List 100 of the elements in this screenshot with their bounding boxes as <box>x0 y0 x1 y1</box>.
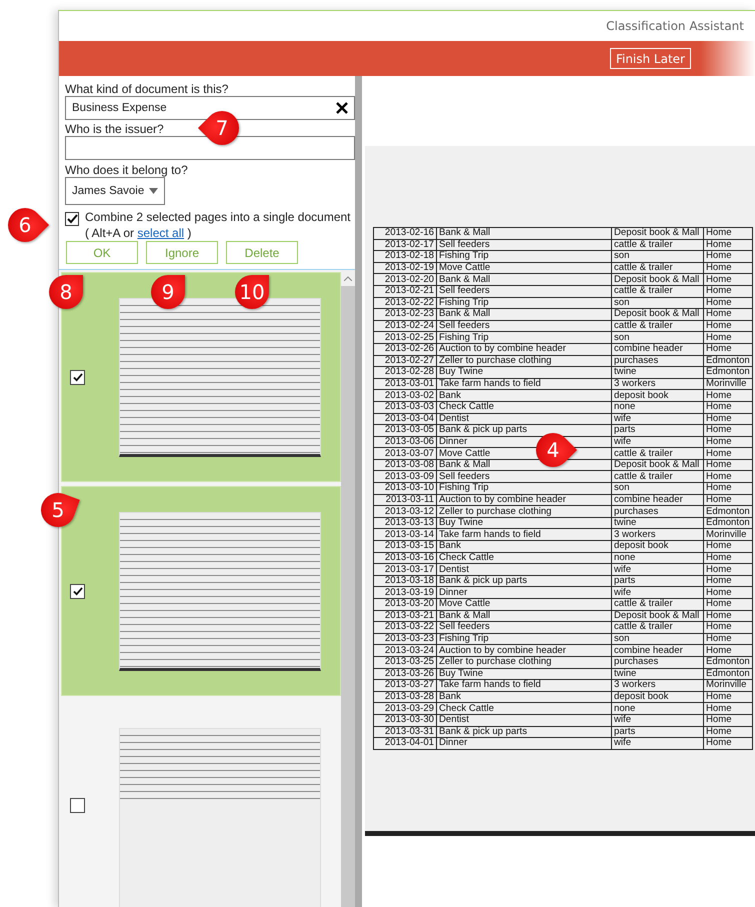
table-cell: 2013-03-26 <box>374 668 436 680</box>
ok-button[interactable]: OK <box>66 241 138 264</box>
table-cell: Bank & pick up parts <box>436 575 612 587</box>
page-checkbox[interactable] <box>70 370 85 384</box>
table-cell: purchases <box>612 506 704 518</box>
table-cell: Fishing Trip <box>436 332 612 344</box>
table-cell: Auction to by combine header <box>436 644 612 656</box>
table-cell: Home <box>704 413 752 425</box>
delete-button[interactable]: Delete <box>226 241 298 264</box>
table-cell: Sell feeders <box>436 470 612 483</box>
clear-icon[interactable] <box>336 102 348 114</box>
table-cell: cattle & trailer <box>612 262 704 274</box>
table-cell: combine header <box>612 494 704 506</box>
table-cell: Edmonton <box>704 506 752 518</box>
table-cell: Take farm hands to field <box>436 680 612 692</box>
table-cell: Home <box>704 343 752 356</box>
table-cell: Home <box>704 274 752 286</box>
table-cell: Home <box>704 320 752 332</box>
combine-checkbox[interactable] <box>65 212 79 226</box>
table-cell: deposit book <box>612 390 704 402</box>
table-cell: Home <box>704 622 752 634</box>
ignore-button[interactable]: Ignore <box>146 241 218 264</box>
table-cell: 2013-03-08 <box>374 459 436 471</box>
table-cell: Home <box>704 738 752 750</box>
table-cell: 2013-02-17 <box>374 239 436 251</box>
field-label: Who is the issuer? <box>65 122 164 136</box>
table-cell: Morinville <box>704 378 752 390</box>
table-cell: 2013-03-05 <box>374 424 436 436</box>
caret-icon <box>149 188 158 194</box>
table-cell: Check Cattle <box>436 401 612 413</box>
table-cell: Bank <box>436 691 612 703</box>
table-cell: Auction to by combine header <box>436 494 612 506</box>
table-cell: Home <box>704 228 752 240</box>
table-cell: 2013-02-16 <box>374 228 436 240</box>
table-cell: 2013-02-18 <box>374 250 436 262</box>
table-cell: 3 workers <box>612 680 704 692</box>
page-checkbox[interactable] <box>70 584 85 598</box>
scrollbar[interactable] <box>341 270 355 907</box>
table-cell: 2013-02-24 <box>374 320 436 332</box>
table-cell: 2013-03-19 <box>374 586 436 598</box>
table-cell: Zeller to purchase clothing <box>436 656 612 668</box>
table-cell: Edmonton <box>704 366 752 378</box>
table-cell: combine header <box>612 343 704 356</box>
table-cell: 2013-03-10 <box>374 482 436 494</box>
table-cell: Sell feeders <box>436 239 612 251</box>
table-cell: 2013-03-15 <box>374 540 436 552</box>
table-cell: Home <box>704 285 752 298</box>
table-cell: 2013-03-06 <box>374 436 436 448</box>
window-title: Classification Assistant <box>606 19 744 33</box>
table-cell: Bank & Mall <box>436 228 612 240</box>
table-cell: none <box>612 401 704 413</box>
table-cell: Buy Twine <box>436 366 612 378</box>
table-cell: Home <box>704 598 752 610</box>
page-checkbox[interactable] <box>70 798 85 812</box>
table-cell: wife <box>612 436 704 448</box>
table-cell: 2013-03-09 <box>374 470 436 483</box>
page-item[interactable] <box>61 272 341 482</box>
field-label: What kind of document is this? <box>65 82 228 96</box>
table-cell: Bank & Mall <box>436 308 612 320</box>
table-cell: Take farm hands to field <box>436 528 612 541</box>
table-cell: 2013-03-28 <box>374 691 436 703</box>
table-cell: Bank & Mall <box>436 459 612 471</box>
table-cell: son <box>612 297 704 309</box>
table-cell: 2013-03-02 <box>374 390 436 402</box>
table-cell: Sell feeders <box>436 285 612 298</box>
table-cell: Home <box>704 332 752 344</box>
table-cell: 2013-02-27 <box>374 355 436 367</box>
table-cell: 3 workers <box>612 528 704 541</box>
table-cell: 2013-03-27 <box>374 680 436 692</box>
table-cell: Home <box>704 482 752 494</box>
table-cell: wife <box>612 714 704 726</box>
table-cell: twine <box>612 366 704 378</box>
select-all-link[interactable]: select all <box>137 226 184 240</box>
table-cell: purchases <box>612 355 704 367</box>
finish-later-button[interactable]: Finish Later <box>610 48 691 69</box>
table-cell: Home <box>704 540 752 552</box>
table-cell: 2013-03-11 <box>374 494 436 506</box>
table-cell: cattle & trailer <box>612 470 704 483</box>
table-cell: Bank & Mall <box>436 274 612 286</box>
shortcut-hint: ) <box>187 226 192 240</box>
table-cell: Edmonton <box>704 517 752 529</box>
table-cell: 2013-02-19 <box>374 262 436 274</box>
table-cell: parts <box>612 575 704 587</box>
table-cell: Home <box>704 633 752 645</box>
table-cell: Home <box>704 726 752 738</box>
table-cell: Dentist <box>436 564 612 576</box>
table-cell: Bank & Mall <box>436 610 612 622</box>
table-cell: Home <box>704 250 752 262</box>
document-type-field[interactable]: Business Expense <box>65 96 355 120</box>
table-cell: cattle & trailer <box>612 448 704 460</box>
table-cell: wife <box>612 586 704 598</box>
table-cell: twine <box>612 668 704 680</box>
table-cell: Home <box>704 448 752 460</box>
table-cell: none <box>612 552 704 564</box>
table-cell: 2013-03-23 <box>374 633 436 645</box>
owner-dropdown[interactable]: James Savoie <box>65 177 165 205</box>
issuer-field[interactable] <box>65 136 355 160</box>
table-cell: Home <box>704 702 752 714</box>
scroll-up-icon[interactable] <box>344 276 352 280</box>
table-cell: wife <box>612 413 704 425</box>
